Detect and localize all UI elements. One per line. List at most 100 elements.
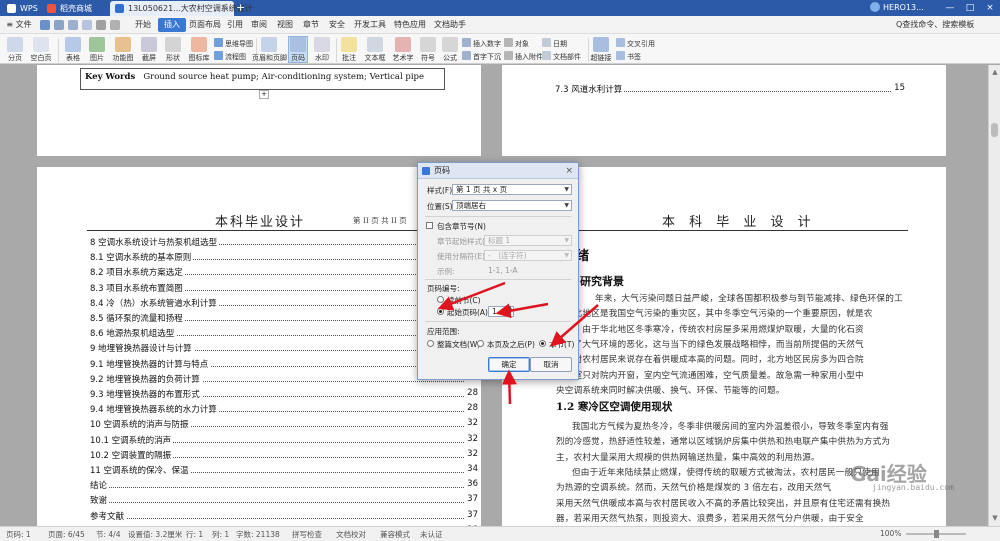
vertical-scrollbar[interactable]: ▲ ▼ — [988, 65, 1000, 526]
menu-page-layout[interactable]: 页面布局 — [186, 18, 224, 32]
menu-doc-assistant[interactable]: 文档助手 — [432, 18, 468, 32]
toc-line[interactable]: 10.1 空调系统的消声 32 — [90, 433, 478, 448]
preview-icon[interactable] — [82, 20, 92, 30]
flowchart-icon — [214, 51, 223, 60]
minimize-icon[interactable]: — — [940, 0, 960, 16]
symbol-button[interactable]: 符号 — [418, 37, 438, 63]
print-icon[interactable] — [68, 20, 78, 30]
body-line: 采用天然气供暖成本高与农村居民收入不高的矛盾比较突出，并且原有住宅还需有换热 — [556, 498, 891, 509]
menu-dev-tools[interactable]: 开发工具 — [352, 18, 388, 32]
menu-security[interactable]: 安全 — [326, 18, 348, 32]
toc-line[interactable]: 致谢 37 — [90, 493, 478, 508]
date-button[interactable]: 日期 — [542, 38, 572, 49]
menu-reference[interactable]: 引用 — [224, 18, 246, 32]
folder-icon[interactable] — [54, 20, 64, 30]
status-pages[interactable]: 页面: 6/45 — [48, 529, 85, 540]
toc-line[interactable]: 10 空调系统的消声与防振 32 — [90, 417, 478, 432]
scroll-up-icon[interactable]: ▲ — [990, 67, 1000, 77]
separator-select[interactable]: - (连字符) ▼ — [484, 250, 572, 261]
drop-cap-icon — [462, 51, 471, 60]
drop-cap-button[interactable]: 首字下沉 — [462, 51, 502, 62]
shape-button[interactable]: 形状 — [162, 37, 184, 63]
table-button[interactable]: 表格 — [62, 37, 84, 63]
redo-icon[interactable] — [110, 20, 120, 30]
undo-icon[interactable] — [96, 20, 106, 30]
menu-insert[interactable]: 插入 — [158, 18, 186, 32]
toc-line[interactable]: 参考文献 37 — [90, 509, 478, 524]
apply-label: 应用范围: — [427, 327, 460, 336]
zoom-level[interactable]: 100% — [880, 529, 901, 538]
menu-start[interactable]: 开始 — [132, 18, 154, 32]
word-art-button[interactable]: 艺术字 — [390, 37, 416, 63]
start-at-radio[interactable] — [437, 308, 444, 315]
position-select[interactable]: 顶端居右 ▼ — [452, 200, 572, 211]
tab-wps-home[interactable]: WPS — [2, 1, 40, 16]
label: 空白页 — [30, 54, 52, 62]
picture-button[interactable]: 图片 — [86, 37, 108, 63]
status-page-number[interactable]: 页码: 1 — [6, 529, 31, 540]
chapter-checkbox[interactable] — [426, 222, 433, 229]
scroll-down-icon[interactable]: ▼ — [990, 513, 1000, 523]
menu-chapter[interactable]: 章节 — [300, 18, 322, 32]
toc-line[interactable]: 10.2 空调装置的隔振 32 — [90, 448, 478, 463]
page-break-button[interactable]: 分页 — [4, 37, 26, 63]
toc-line[interactable]: 11 空调系统的保冷、保温 34 — [90, 463, 478, 478]
close-tab-icon[interactable]: × — [222, 1, 229, 16]
status-cert[interactable]: 未认证 — [420, 529, 443, 540]
toc-line[interactable]: 结论 36 — [90, 478, 478, 493]
save-icon[interactable] — [40, 20, 50, 30]
ok-button[interactable]: 确定 — [488, 357, 530, 372]
insert-number-button[interactable]: 插入数字 — [462, 38, 502, 49]
status-setting[interactable]: 设置值: 3.2厘米 — [128, 529, 182, 540]
apply-after-radio[interactable] — [477, 340, 484, 347]
doc-parts-button[interactable]: 文档部件 — [542, 51, 586, 62]
toc-line[interactable]: 9.3 地埋管换热器的布置形式 28 — [90, 387, 478, 402]
close-dialog-icon[interactable]: × — [565, 163, 573, 179]
watermark-button[interactable]: 水印 — [311, 37, 333, 63]
continue-radio[interactable] — [437, 296, 444, 303]
tab-document[interactable]: 13L050621...大农村空调系统设计 × — [110, 1, 253, 16]
add-row-icon[interactable]: + — [259, 90, 269, 99]
apply-whole-radio[interactable] — [427, 340, 434, 347]
insert-attachment-button[interactable]: 插入附件 — [504, 51, 544, 62]
status-spellcheck[interactable]: 拼写检查 — [292, 529, 322, 540]
toc-title: 8.6 地源热泵机组选型 — [90, 327, 177, 340]
bookmark-button[interactable]: 书签 — [616, 51, 650, 62]
blank-page-button[interactable]: 空白页 — [28, 37, 54, 63]
zoom-slider-handle[interactable] — [934, 530, 939, 538]
toc-line[interactable]: 7.3 风道水利计算 15 — [555, 82, 905, 97]
toc-line[interactable]: 9.4 地埋管换热器系统的水力计算 28 — [90, 402, 478, 417]
spinner-arrows-icon[interactable]: ▲ ▼ — [508, 306, 512, 316]
start-page-input[interactable]: 1 ▲ ▼ — [488, 306, 514, 317]
hyperlink-button[interactable]: 超链接 — [590, 37, 612, 63]
page-number-button[interactable]: 页码 — [288, 36, 308, 63]
status-words[interactable]: 字数: 21138 — [236, 529, 280, 540]
icon-library-button[interactable]: 图标库 — [186, 37, 212, 63]
formula-button[interactable]: 公式 — [440, 37, 460, 63]
menu-file[interactable]: ≡ 文件 — [4, 18, 34, 32]
screenshot-button[interactable]: 截屏 — [138, 37, 160, 63]
comment-button[interactable]: 批注 — [338, 37, 360, 63]
function-chart-button[interactable]: 功能图 — [110, 37, 136, 63]
maximize-icon[interactable]: □ — [960, 0, 980, 16]
cancel-button[interactable]: 取消 — [530, 357, 572, 372]
close-window-icon[interactable]: × — [980, 0, 1000, 16]
menu-view[interactable]: 视图 — [274, 18, 296, 32]
object-button[interactable]: 对象 — [504, 38, 538, 49]
header-footer-button[interactable]: 页眉和页脚 — [252, 37, 287, 63]
cross-ref-button[interactable]: 交叉引用 — [616, 38, 655, 49]
picture-icon — [89, 37, 105, 52]
user-account[interactable]: HERO13... — [870, 0, 924, 16]
menu-review[interactable]: 审阅 — [248, 18, 270, 32]
command-search[interactable]: Q查找命令、搜索模板 — [896, 18, 974, 32]
textbox-button[interactable]: 文本框 — [362, 37, 388, 63]
menu-special[interactable]: 特色应用 — [392, 18, 428, 32]
style-select[interactable]: 第 1 页 共 x 页 ▼ — [452, 184, 572, 195]
chapter-style-select[interactable]: 标题 1 ▼ — [484, 235, 572, 246]
status-section[interactable]: 节: 4/4 — [96, 529, 120, 540]
scroll-thumb[interactable] — [991, 123, 998, 137]
apply-section-radio[interactable] — [539, 340, 546, 347]
status-proofread[interactable]: 文档校对 — [336, 529, 366, 540]
tab-docer-store[interactable]: 稻壳商城 — [42, 1, 108, 16]
new-tab-button[interactable]: + — [236, 1, 245, 15]
